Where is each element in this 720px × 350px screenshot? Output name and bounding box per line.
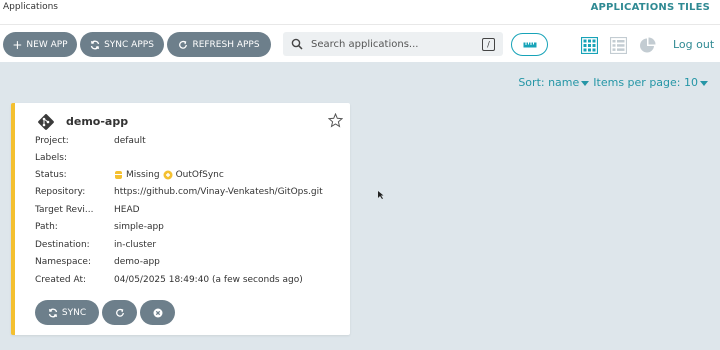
field-label: Labels:: [35, 153, 68, 163]
field-value: default: [114, 136, 146, 146]
sync-icon: [48, 308, 58, 317]
plus-icon: +: [12, 37, 23, 52]
outofsync-status-icon: [163, 170, 173, 180]
field-label: Status:: [35, 170, 67, 180]
header-divider: [0, 24, 720, 25]
items-per-page-dropdown[interactable]: Items per page: 10: [593, 76, 708, 89]
refresh-apps-button[interactable]: REFRESH APPS: [167, 32, 271, 57]
sync-apps-label: SYNC APPS: [104, 39, 154, 50]
field-label: Namespace:: [35, 257, 91, 267]
refresh-icon: [115, 308, 124, 317]
field-namespace: Namespace: demo-app: [35, 257, 345, 271]
field-label: Destination:: [35, 240, 90, 250]
field-project: Project: default: [35, 136, 345, 150]
app-sync-button[interactable]: SYNC: [35, 300, 99, 325]
view-title: APPLICATIONS TILES: [590, 2, 710, 13]
field-target-revision: Target Revi... HEAD: [35, 205, 345, 219]
filter-ruler-icon: [523, 42, 536, 47]
sort-label: Sort: name: [518, 76, 580, 89]
tiles-view-icon[interactable]: [581, 37, 598, 54]
field-repository: Repository: https://github.com/Vinay-Ven…: [35, 187, 345, 201]
sync-apps-button[interactable]: SYNC APPS: [80, 32, 164, 57]
field-value: https://github.com/Vinay-Venkatesh/GitOp…: [114, 187, 323, 197]
field-destination: Destination: in-cluster: [35, 240, 345, 254]
status-value: Missing OutOfSync: [114, 170, 224, 180]
field-labels: Labels:: [35, 153, 345, 167]
field-value: HEAD: [114, 205, 140, 215]
field-label: Target Revi...: [35, 205, 94, 215]
field-value: in-cluster: [114, 240, 157, 250]
list-view-icon[interactable]: [610, 37, 627, 54]
search-box[interactable]: Search applications... /: [283, 32, 503, 56]
field-value: simple-app: [114, 222, 164, 232]
field-label: Path:: [35, 222, 58, 232]
refresh-icon: [179, 40, 188, 49]
search-input[interactable]: Search applications...: [311, 39, 482, 50]
refresh-apps-label: REFRESH APPS: [192, 39, 260, 50]
pie-chart-icon[interactable]: [639, 37, 656, 54]
search-icon: [291, 38, 303, 50]
field-created-at: Created At: 04/05/2025 18:49:40 (a few s…: [35, 275, 345, 289]
new-app-label: NEW APP: [26, 39, 68, 50]
sync-status: OutOfSync: [175, 170, 224, 180]
star-icon[interactable]: [328, 113, 343, 128]
sort-dropdown[interactable]: Sort: name: [518, 76, 590, 89]
items-per-page-label: Items per page: 10: [593, 76, 698, 89]
field-label: Project:: [35, 136, 69, 146]
chevron-down-icon: [700, 80, 708, 86]
git-icon: [38, 114, 54, 130]
app-name[interactable]: demo-app: [66, 115, 128, 128]
field-value: 04/05/2025 18:49:40 (a few seconds ago): [114, 275, 303, 285]
field-label: Created At:: [35, 275, 87, 285]
field-label: Repository:: [35, 187, 86, 197]
search-shortcut-key: /: [482, 37, 495, 51]
field-value: demo-app: [114, 257, 160, 267]
filter-toggle-button[interactable]: [511, 33, 548, 56]
app-sync-label: SYNC: [61, 307, 87, 318]
new-app-button[interactable]: + NEW APP: [3, 32, 77, 57]
app-tile[interactable]: demo-app Project: default Labels: Status…: [11, 103, 350, 335]
app-refresh-button[interactable]: [102, 300, 137, 325]
sync-icon: [90, 40, 100, 49]
health-status: Missing: [126, 170, 160, 180]
missing-status-icon: [115, 171, 122, 179]
chevron-down-icon: [581, 80, 590, 86]
logout-link[interactable]: Log out: [673, 38, 714, 51]
field-status: Status: Missing OutOfSync: [35, 170, 345, 184]
field-path: Path: simple-app: [35, 222, 345, 236]
page-title: Applications: [3, 2, 58, 12]
delete-icon: [153, 308, 162, 317]
top-bar: Applications APPLICATIONS TILES + NEW AP…: [0, 0, 720, 62]
mouse-cursor-icon: [378, 191, 384, 199]
app-delete-button[interactable]: [140, 300, 175, 325]
sort-controls: Sort: name Items per page: 10: [518, 76, 708, 89]
